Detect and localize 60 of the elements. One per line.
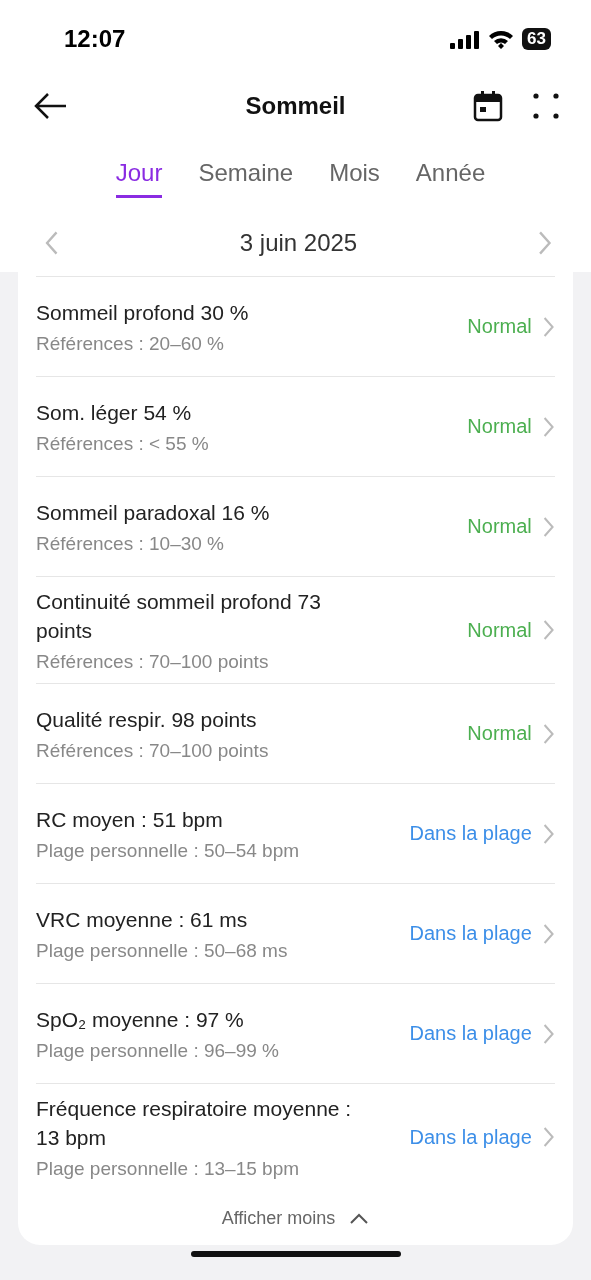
metric-title: SpO₂ moyenne : 97 % [36, 1007, 245, 1033]
metric-title: Sommeil paradoxal 16 % [36, 500, 271, 526]
status-time: 12:07 [64, 25, 126, 53]
metric-title: Fréquence respiratoire moyenne : 13 bpm [36, 1096, 353, 1151]
chevron-right-icon [537, 230, 553, 256]
metric-status: Dans la plage [409, 822, 532, 845]
metric-status: Dans la plage [409, 922, 532, 945]
metric-title: Som. léger 54 % [36, 400, 193, 426]
metric-status: Normal [467, 618, 532, 642]
metric-reference: Références : 20–60 % [36, 333, 225, 355]
metric-reference: Plage personnelle : 96–99 % [36, 1040, 280, 1062]
chevron-right-icon [541, 1022, 555, 1045]
period-tab[interactable]: Jour [115, 150, 163, 198]
wifi-icon [488, 29, 515, 49]
metric-reference: Références : 70–100 points [36, 651, 270, 673]
chevron-right-icon [541, 722, 555, 745]
metric-status: Normal [467, 515, 532, 538]
metric-title: VRC moyenne : 61 ms [36, 907, 249, 933]
metric-row[interactable]: RC moyen : 51 bpm Plage personnelle : 50–54 bpm Dans la plage [36, 783, 555, 883]
period-tab[interactable]: Année [415, 150, 486, 198]
signal-icon [450, 29, 481, 49]
chevron-right-icon [541, 1126, 555, 1148]
metric-status: Normal [467, 722, 532, 745]
metric-reference: Références : 70–100 points [36, 740, 270, 762]
metric-title: Qualité respir. 98 points [36, 707, 258, 733]
back-arrow-icon [32, 91, 68, 121]
period-tab[interactable]: Semaine [198, 150, 294, 198]
metric-title: Continuité sommeil profond 73 points [36, 589, 322, 644]
metric-reference: Références : 10–30 % [36, 533, 225, 555]
chevron-right-icon [541, 822, 555, 845]
metric-reference: Plage personnelle : 50–54 bpm [36, 840, 301, 862]
metric-row[interactable]: Qualité respir. 98 points Références : 70–100 points Normal [36, 683, 555, 783]
metric-row[interactable]: Sommeil paradoxal 16 % Références : 10–30 % Normal [36, 476, 555, 576]
battery-level: 63 [522, 28, 551, 50]
metric-row[interactable]: Som. léger 54 % Références : < 55 % Normal [36, 376, 555, 476]
metric-row[interactable]: SpO₂ moyenne : 97 % Plage personnelle : 96–99 % Dans la plage [36, 983, 555, 1083]
chevron-right-icon [541, 515, 555, 538]
metric-status: Normal [467, 315, 532, 338]
metric-row[interactable]: Continuité sommeil profond 73 points Références : 70–100 points Normal [36, 576, 555, 683]
metric-status: Normal [467, 415, 532, 438]
metric-row[interactable]: Fréquence respiratoire moyenne : 13 bpm Plage personnelle : 13–15 bpm Dans la plage [36, 1083, 555, 1190]
show-less-button[interactable]: Afficher moins [221, 1190, 370, 1245]
metric-reference: Références : < 55 % [36, 433, 210, 455]
caret-icon [349, 1212, 370, 1225]
metric-status: Dans la plage [409, 1125, 532, 1149]
metric-reference: Plage personnelle : 13–15 bpm [36, 1158, 301, 1180]
metric-reference: Plage personnelle : 50–68 ms [36, 940, 289, 962]
date-label: 3 juin 2025 [239, 229, 358, 257]
period-tab[interactable]: Mois [329, 150, 380, 198]
metric-title: RC moyen : 51 bpm [36, 807, 224, 833]
metric-title: Sommeil profond 30 % [36, 300, 250, 326]
chevron-left-icon [44, 230, 60, 256]
chevron-right-icon [541, 619, 555, 641]
metric-row[interactable]: VRC moyenne : 61 ms Plage personnelle : 50–68 ms Dans la plage [36, 883, 555, 983]
chevron-right-icon [541, 922, 555, 945]
chevron-right-icon [541, 415, 555, 438]
metric-row[interactable]: Sommeil profond 30 % Références : 20–60 % Normal [36, 276, 555, 376]
chevron-right-icon [541, 315, 555, 338]
page-title: Sommeil [245, 92, 346, 120]
metric-status: Dans la plage [409, 1022, 532, 1045]
